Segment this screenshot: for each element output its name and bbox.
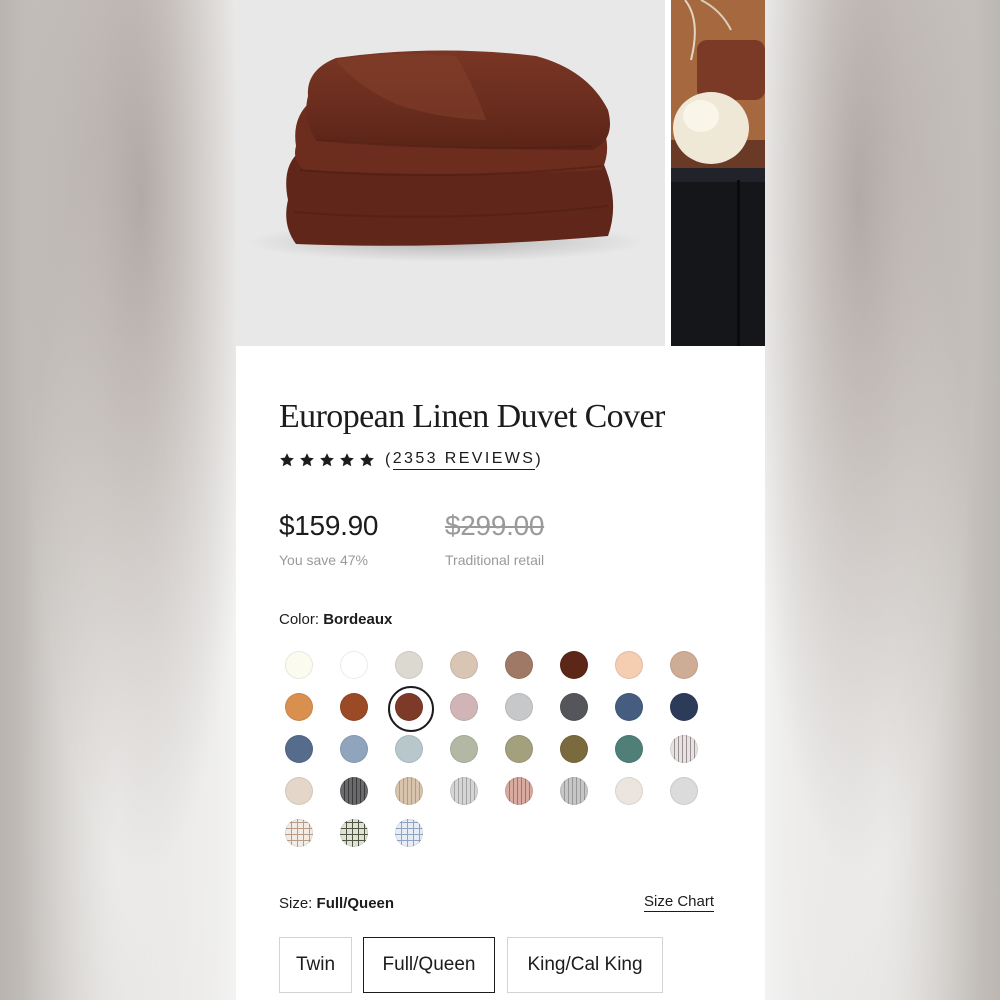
- color-swatch-linen-natural[interactable]: [285, 777, 313, 805]
- color-swatch-teal[interactable]: [615, 735, 643, 763]
- product-page: European Linen Duvet Cover ( 2353 REVIEW…: [236, 0, 765, 1000]
- color-swatch-oatmeal[interactable]: [615, 777, 643, 805]
- background-blur-right: [764, 0, 1000, 1000]
- color-swatch-peach[interactable]: [615, 651, 643, 679]
- size-chart-link[interactable]: Size Chart: [644, 893, 715, 912]
- color-swatch-mist[interactable]: [395, 735, 423, 763]
- size-label-key: Size:: [279, 895, 313, 912]
- color-swatch-light-grey-beige[interactable]: [395, 651, 423, 679]
- color-swatch-white[interactable]: [340, 651, 368, 679]
- size-option-full-queen[interactable]: Full/Queen: [363, 937, 495, 993]
- color-swatch-grid: [285, 651, 725, 851]
- color-swatch-rust[interactable]: [340, 693, 368, 721]
- color-selected-name: Bordeaux: [323, 611, 393, 628]
- color-swatch-stripe-charcoal[interactable]: [340, 777, 368, 805]
- color-swatch-charcoal[interactable]: [560, 693, 588, 721]
- savings-text: You save 47%: [279, 552, 368, 568]
- color-swatch-periwinkle-grey[interactable]: [340, 735, 368, 763]
- color-swatch-sage-grey[interactable]: [450, 735, 478, 763]
- star-icon: [340, 453, 354, 467]
- color-label-key: Color:: [279, 611, 320, 628]
- color-swatch-mauve[interactable]: [450, 693, 478, 721]
- color-swatch-stripe-grey[interactable]: [670, 735, 698, 763]
- color-swatch-sage[interactable]: [505, 735, 533, 763]
- color-swatch-navy[interactable]: [670, 693, 698, 721]
- reviews-count[interactable]: 2353 REVIEWS: [392, 450, 536, 470]
- color-swatch-silver[interactable]: [505, 693, 533, 721]
- color-label: Color: Bordeaux: [279, 611, 392, 628]
- product-image-lifestyle[interactable]: [671, 0, 765, 346]
- reviews-paren-close: ): [535, 451, 544, 468]
- color-swatch-stripe-terracotta[interactable]: [505, 777, 533, 805]
- color-swatch-sand[interactable]: [450, 651, 478, 679]
- color-swatch-slate-blue[interactable]: [285, 735, 313, 763]
- color-swatch-stripe-oat[interactable]: [395, 777, 423, 805]
- star-rating: [279, 452, 375, 468]
- color-swatch-heather[interactable]: [670, 777, 698, 805]
- size-option-king-cal-king[interactable]: King/Cal King: [507, 937, 663, 993]
- sale-price: $159.90: [279, 510, 379, 541]
- rating-row: ( 2353 REVIEWS ): [279, 450, 543, 470]
- size-option-twin[interactable]: Twin: [279, 937, 352, 993]
- color-swatch-chocolate[interactable]: [560, 651, 588, 679]
- product-title: European Linen Duvet Cover: [279, 398, 665, 435]
- color-swatch-stripe-silver[interactable]: [450, 777, 478, 805]
- size-label: Size: Full/Queen: [279, 895, 394, 912]
- color-swatch-olive[interactable]: [560, 735, 588, 763]
- retail-label: Traditional retail: [445, 552, 545, 568]
- bedroom-lamp-illustration: [671, 0, 765, 346]
- color-swatch-check-tan[interactable]: [285, 819, 313, 847]
- color-swatch-check-blue[interactable]: [395, 819, 423, 847]
- star-icon: [360, 453, 374, 467]
- color-swatch-blush-tan[interactable]: [670, 651, 698, 679]
- product-image-gallery[interactable]: [236, 0, 765, 346]
- reviews-link[interactable]: ( 2353 REVIEWS ): [385, 450, 543, 470]
- folded-duvet-illustration: [246, 50, 646, 262]
- color-swatch-ivory[interactable]: [285, 651, 313, 679]
- reviews-paren-open: (: [385, 451, 393, 468]
- size-selected-name: Full/Queen: [316, 895, 395, 912]
- color-swatch-ochre[interactable]: [285, 693, 313, 721]
- color-swatch-bordeaux[interactable]: [388, 686, 434, 732]
- color-swatch-mocha[interactable]: [505, 651, 533, 679]
- background-blur-left: [0, 0, 236, 1000]
- product-image-main[interactable]: [236, 0, 665, 346]
- color-swatch-stripe-pebble[interactable]: [560, 777, 588, 805]
- color-swatch-check-olive[interactable]: [340, 819, 368, 847]
- star-icon: [280, 453, 294, 467]
- star-icon: [320, 453, 334, 467]
- retail-price: $299.00: [445, 510, 545, 541]
- color-swatch-denim[interactable]: [615, 693, 643, 721]
- star-icon: [300, 453, 314, 467]
